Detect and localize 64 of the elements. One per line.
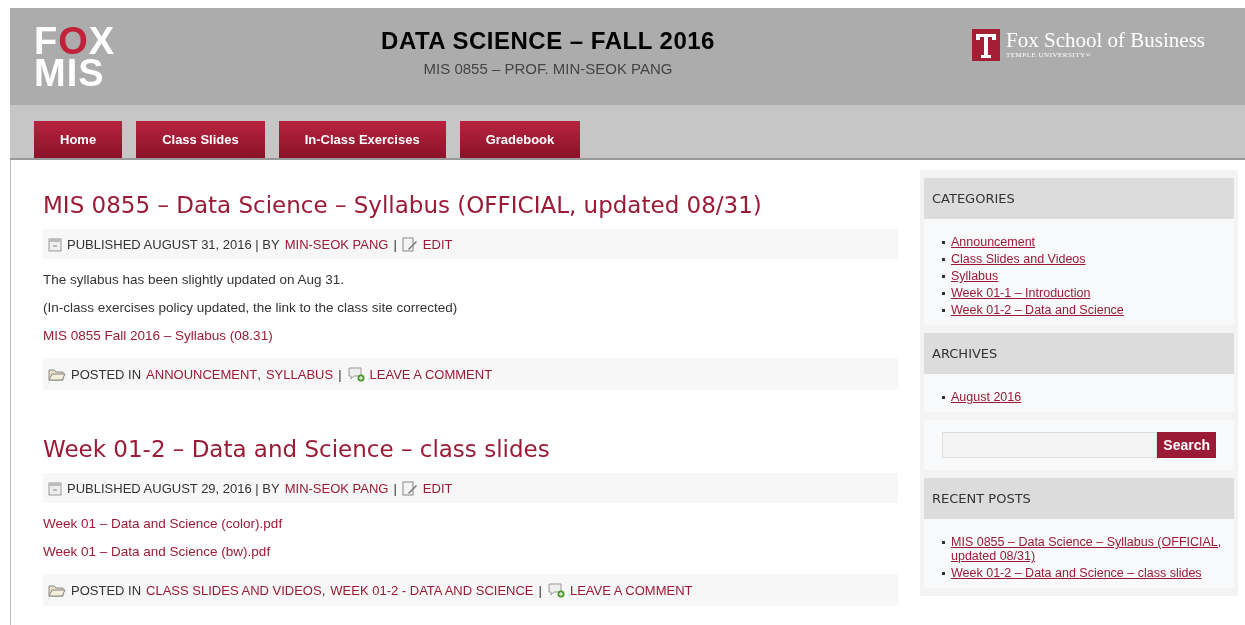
category-link[interactable]: ANNOUNCEMENT	[146, 366, 258, 382]
edit-link[interactable]: EDIT	[422, 480, 453, 496]
edit-link[interactable]: EDIT	[422, 236, 453, 252]
published-date: PUBLISHED AUGUST 29, 2016 | BY	[67, 480, 280, 496]
sidebar-link[interactable]: August 2016	[951, 390, 1022, 404]
bullet-icon	[942, 572, 945, 575]
sidebar-link[interactable]: Week 01-1 – Introduction	[951, 286, 1091, 300]
post-text: (In-class exercises policy updated, the link to the class site corrected)	[43, 300, 459, 315]
calendar-icon	[48, 236, 62, 252]
edit-icon	[401, 236, 418, 252]
temple-t-icon	[972, 28, 1001, 61]
file-link[interactable]: MIS 0855 Fall 2016 – Syllabus (08.31)	[43, 328, 898, 343]
separator: |	[393, 480, 397, 496]
widget-title: RECENT POSTS	[924, 478, 1234, 519]
search-button[interactable]: Search	[1157, 432, 1216, 458]
bullet-icon	[942, 541, 945, 544]
separator: ,	[321, 582, 326, 598]
sidebar-link[interactable]: Class Slides and Videos	[951, 252, 1086, 266]
bullet-icon	[942, 258, 945, 261]
separator: |	[538, 582, 542, 598]
author-link[interactable]: MIN-SEOK PANG	[284, 480, 389, 496]
nav-tab[interactable]: In-Class Exercises	[278, 121, 446, 158]
bullet-icon	[942, 309, 945, 312]
nav-tab[interactable]: Gradebook	[459, 121, 581, 158]
posted-in-label: POSTED IN	[71, 582, 142, 598]
nav-tab[interactable]: Home	[34, 121, 123, 158]
folder-icon	[48, 583, 66, 597]
separator: ,	[257, 366, 261, 382]
comment-add-icon	[546, 582, 565, 598]
bullet-icon	[942, 275, 945, 278]
post-title[interactable]: Week 01-2 – Data and Science – class slides	[43, 436, 898, 462]
widget-title: ARCHIVES	[924, 333, 1234, 374]
site-subtitle: MIS 0855 – PROF. MIN-SEOK PANG	[423, 59, 673, 77]
post-title[interactable]: MIS 0855 – Data Science – Syllabus (OFFICIAL, updated 08/31)	[43, 192, 898, 218]
published-date: PUBLISHED AUGUST 31, 2016 | BY	[67, 236, 280, 252]
site-title: DATA SCIENCE – FALL 2016	[381, 26, 715, 55]
bullet-icon	[942, 396, 945, 399]
posted-in-label: POSTED IN	[71, 366, 142, 382]
separator: |	[393, 236, 397, 252]
widget-title: CATEGORIES	[924, 178, 1234, 219]
edit-icon	[401, 480, 418, 496]
sidebar-link[interactable]: Week 01-2 – Data and Science	[951, 303, 1124, 317]
bullet-icon	[942, 241, 945, 244]
folder-icon	[48, 367, 66, 381]
bullet-icon	[942, 292, 945, 295]
sidebar-link[interactable]: Announcement	[951, 235, 1036, 249]
comment-link[interactable]: LEAVE A COMMENT	[569, 582, 693, 598]
author-link[interactable]: MIN-SEOK PANG	[284, 236, 389, 252]
category-link[interactable]: WEEK 01-2 - DATA AND SCIENCE	[330, 582, 534, 598]
sidebar-link[interactable]: Week 01-2 – Data and Science – class slides	[951, 566, 1202, 580]
sidebar-link[interactable]: Syllabus	[951, 269, 999, 283]
search-field[interactable]	[942, 432, 1158, 458]
nav-tab[interactable]: Class Slides	[136, 121, 265, 158]
category-link[interactable]: CLASS SLIDES AND VIDEOS	[146, 582, 322, 598]
school-name: Fox School of Business	[1006, 28, 1205, 51]
file-link[interactable]: Week 01 – Data and Science (bw).pdf	[43, 544, 898, 559]
sidebar-link[interactable]: MIS 0855 – Data Science – Syllabus (OFFICIAL, updated 08/31)	[951, 535, 1222, 563]
comment-link[interactable]: LEAVE A COMMENT	[369, 366, 493, 382]
calendar-icon	[48, 480, 62, 496]
category-link[interactable]: SYLLABUS	[265, 366, 334, 382]
comment-add-icon	[346, 366, 365, 382]
post-text: The syllabus has been slightly updated on Aug 31.	[43, 272, 345, 287]
file-link[interactable]: Week 01 – Data and Science (color).pdf	[43, 516, 898, 531]
separator: |	[338, 366, 342, 382]
